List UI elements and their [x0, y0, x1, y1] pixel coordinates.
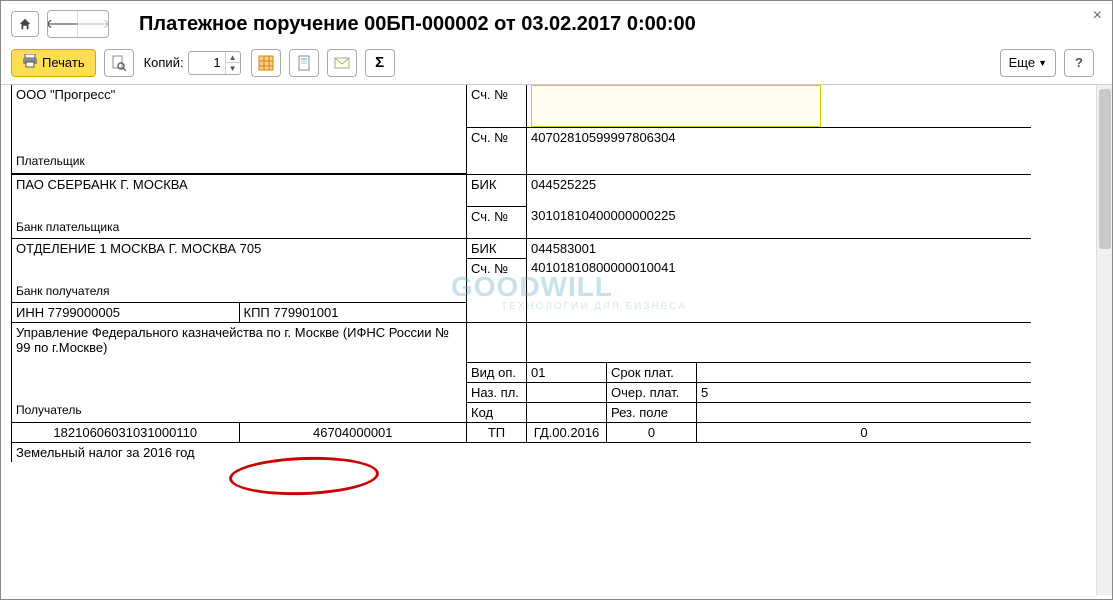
- naz-label: Наз. пл.: [467, 382, 527, 402]
- acc-label-4: Сч. №: [467, 258, 527, 322]
- okato: 46704000001: [239, 422, 467, 442]
- send-email-button[interactable]: [327, 49, 357, 77]
- page-settings-button[interactable]: [289, 49, 319, 77]
- payer-label: Плательщик: [16, 154, 85, 168]
- acc-label-2: Сч. №: [467, 127, 527, 174]
- recipient-label: Получатель: [16, 403, 82, 417]
- payment-purpose: Земельный налог за 2016 год: [12, 442, 1032, 462]
- recipient-bank-acc: 40101810800000010041: [527, 258, 1032, 322]
- srok-label: Срок плат.: [607, 362, 697, 382]
- highlight-region: [531, 85, 821, 127]
- payer-bank-acc: 30101810400000000225: [527, 206, 1032, 238]
- period: ГД.00.2016: [527, 422, 607, 442]
- forward-button[interactable]: 🡒: [78, 11, 108, 37]
- recipient-bank: ОТДЕЛЕНИЕ 1 МОСКВА Г. МОСКВА 705: [16, 241, 462, 256]
- tp: ТП: [467, 422, 527, 442]
- more-button[interactable]: Еще ▼: [1000, 49, 1056, 77]
- acc-label: Сч. №: [467, 85, 527, 127]
- payer-bik: 044525225: [527, 174, 1032, 206]
- help-button[interactable]: ?: [1064, 49, 1094, 77]
- kbk: 18210606031031000110: [12, 422, 240, 442]
- acc-label-3: Сч. №: [467, 206, 527, 238]
- close-icon[interactable]: ×: [1093, 7, 1102, 25]
- zero2: 0: [697, 422, 1032, 442]
- printer-icon: [22, 54, 38, 71]
- back-button[interactable]: 🡐: [48, 11, 78, 37]
- preview-button[interactable]: [104, 49, 134, 77]
- more-label: Еще: [1009, 55, 1035, 70]
- home-button[interactable]: [11, 11, 39, 37]
- spin-up-icon[interactable]: ▲: [226, 52, 240, 63]
- bik-label-2: БИК: [467, 238, 527, 258]
- kod-label: Код: [467, 402, 527, 422]
- grid-toggle-button[interactable]: [251, 49, 281, 77]
- vid-op: 01: [527, 362, 607, 382]
- vid-op-label: Вид оп.: [467, 362, 527, 382]
- recipient-text: Управление Федерального казначейства по …: [16, 325, 456, 355]
- payer-org: ООО "Прогресс": [16, 87, 462, 102]
- bik-label: БИК: [467, 174, 527, 206]
- rez-label: Рез. поле: [607, 402, 697, 422]
- copies-stepper[interactable]: ▲ ▼: [188, 51, 241, 75]
- scrollbar-thumb[interactable]: [1099, 89, 1111, 249]
- ocher: 5: [697, 382, 1032, 402]
- kpp: КПП 779901001: [239, 302, 467, 322]
- payer-bank: ПАО СБЕРБАНК Г. МОСКВА: [16, 177, 462, 192]
- recipient-bik: 044583001: [527, 238, 1032, 258]
- chevron-down-icon: ▼: [1038, 58, 1047, 68]
- sigma-icon: Σ: [375, 54, 384, 71]
- page-title: Платежное поручение 00БП-000002 от 03.02…: [139, 13, 696, 36]
- print-label: Печать: [42, 55, 85, 70]
- payer-bank-label: Банк плательщика: [16, 220, 119, 234]
- zero1: 0: [607, 422, 697, 442]
- vertical-scrollbar[interactable]: [1096, 85, 1112, 595]
- inn: ИНН 7799000005: [12, 302, 240, 322]
- spin-down-icon[interactable]: ▼: [226, 63, 240, 74]
- payment-document: ООО "Прогресс" Плательщик Сч. № Сч. № 40…: [11, 85, 1031, 462]
- copies-input[interactable]: [189, 55, 225, 70]
- print-button[interactable]: Печать: [11, 49, 96, 77]
- sum-button[interactable]: Σ: [365, 49, 395, 77]
- ocher-label: Очер. плат.: [607, 382, 697, 402]
- recipient-bank-label: Банк получателя: [16, 284, 109, 298]
- copies-label: Копий:: [144, 55, 184, 70]
- payer-account: 40702810599997806304: [527, 127, 1032, 174]
